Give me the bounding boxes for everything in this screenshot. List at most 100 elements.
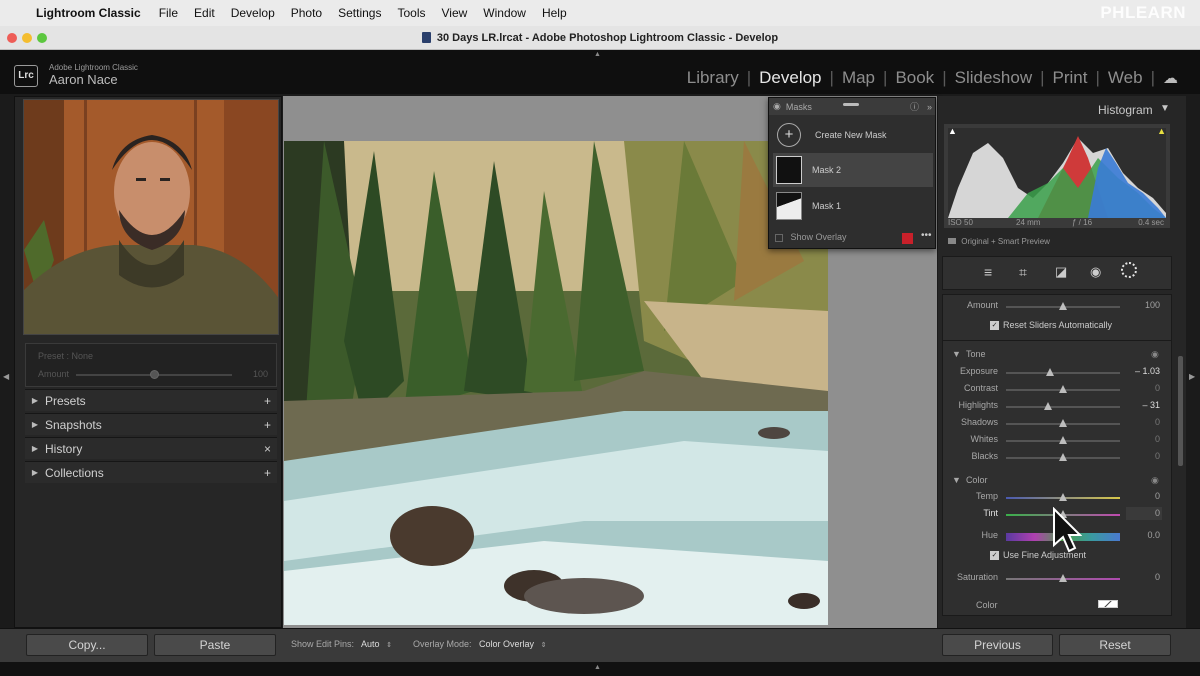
preset-amount-slider[interactable]: [76, 370, 232, 379]
color-visibility-eye-icon[interactable]: ◉: [1151, 475, 1159, 486]
filmstrip-toggle-icon[interactable]: ▲: [594, 664, 601, 671]
slider-thumb[interactable]: [1059, 302, 1067, 310]
module-web[interactable]: Web: [1100, 68, 1151, 88]
menu-file[interactable]: File: [159, 6, 178, 20]
slider-thumb[interactable]: [1059, 574, 1067, 582]
mask-amount-slider[interactable]: [1006, 302, 1120, 310]
previous-button[interactable]: Previous: [942, 634, 1053, 656]
mask-label: Mask 1: [812, 201, 842, 211]
show-overlay-checkbox[interactable]: [775, 233, 783, 242]
section-divider: [943, 340, 1171, 341]
panel-snapshots[interactable]: ▶ Snapshots +: [25, 413, 277, 435]
red-eye-icon[interactable]: ◉: [1090, 264, 1101, 280]
mask-item-2[interactable]: Mask 2: [773, 153, 933, 187]
zoom-window-button[interactable]: [37, 33, 47, 43]
slider-thumb[interactable]: [1059, 419, 1067, 427]
color-picker-swatch[interactable]: [1098, 600, 1118, 608]
menu-view[interactable]: View: [441, 6, 467, 20]
crop-icon[interactable]: ⌗: [1019, 264, 1027, 281]
masking-icon[interactable]: [1121, 262, 1137, 278]
fine-adjust-checkbox[interactable]: ✓: [990, 551, 999, 561]
saturation-slider[interactable]: [1006, 574, 1120, 582]
menu-develop[interactable]: Develop: [231, 6, 275, 20]
contrast-slider[interactable]: [1006, 385, 1120, 393]
menu-photo[interactable]: Photo: [291, 6, 322, 20]
slider-thumb[interactable]: [1046, 368, 1055, 376]
whites-slider[interactable]: [1006, 436, 1120, 444]
temp-slider[interactable]: [1006, 493, 1120, 501]
slider-thumb[interactable]: [1059, 453, 1067, 461]
edit-pins-control[interactable]: Show Edit Pins: Auto ⇕: [291, 639, 392, 649]
help-icon[interactable]: ⓘ: [910, 100, 919, 113]
copy-settings-button[interactable]: Copy...: [26, 634, 148, 656]
close-window-button[interactable]: [7, 33, 17, 43]
more-options-icon[interactable]: •••: [921, 230, 932, 241]
tone-section-header[interactable]: ▼ Tone: [952, 349, 985, 359]
module-develop[interactable]: Develop: [751, 68, 829, 88]
mask-item-1[interactable]: Mask 1: [773, 189, 933, 223]
panel-collections[interactable]: ▶ Collections +: [25, 461, 277, 483]
module-print[interactable]: Print: [1045, 68, 1096, 88]
preset-amount-thumb[interactable]: [150, 370, 159, 379]
exif-focal: 24 mm: [1016, 218, 1041, 227]
exposure-label: Exposure: [959, 366, 998, 376]
top-panel-toggle-icon[interactable]: ▲: [594, 51, 601, 58]
menu-help[interactable]: Help: [542, 6, 567, 20]
module-library[interactable]: Library: [679, 68, 747, 88]
left-panel-toggle-icon[interactable]: ◀: [3, 372, 9, 381]
slider-thumb[interactable]: [1059, 493, 1067, 501]
cloud-icon[interactable]: ☁: [1155, 69, 1186, 87]
panel-history[interactable]: ▶ History ×: [25, 437, 277, 459]
module-book[interactable]: Book: [887, 68, 942, 88]
mask-amount-value: 100: [1144, 300, 1160, 310]
plus-icon: +: [777, 123, 801, 147]
slider-thumb[interactable]: [1059, 436, 1067, 444]
clear-history-icon[interactable]: ×: [264, 442, 271, 456]
overlay-mode-value[interactable]: Color Overlay: [479, 639, 534, 649]
reset-button[interactable]: Reset: [1059, 634, 1171, 656]
blacks-slider-row: Blacks 0: [946, 451, 1166, 465]
add-snapshot-icon[interactable]: +: [264, 418, 271, 432]
blacks-value: 0: [1154, 451, 1160, 461]
exposure-slider[interactable]: [1006, 368, 1120, 376]
overlay-color-swatch[interactable]: [902, 233, 913, 244]
overlay-mode-control[interactable]: Overlay Mode: Color Overlay ⇕: [413, 639, 546, 649]
highlight-clipping-icon[interactable]: ▲: [1157, 126, 1166, 136]
masks-drag-handle[interactable]: [843, 103, 859, 106]
edit-pins-value[interactable]: Auto: [361, 639, 380, 649]
edit-sliders-icon[interactable]: ≡: [984, 264, 992, 280]
collapse-chevron-icon[interactable]: »: [927, 102, 932, 112]
paste-settings-button[interactable]: Paste: [154, 634, 276, 656]
module-picker: Library | Develop | Map | Book | Slideshow | …: [679, 68, 1186, 88]
slider-thumb[interactable]: [1059, 385, 1067, 393]
minimize-window-button[interactable]: [22, 33, 32, 43]
blacks-slider[interactable]: [1006, 453, 1120, 461]
module-slideshow[interactable]: Slideshow: [947, 68, 1041, 88]
eye-icon[interactable]: ◉: [773, 101, 781, 112]
module-map[interactable]: Map: [834, 68, 883, 88]
create-new-mask-button[interactable]: + Create New Mask: [773, 118, 933, 152]
heal-eraser-icon[interactable]: ◪: [1055, 264, 1067, 280]
menu-window[interactable]: Window: [483, 6, 526, 20]
menu-edit[interactable]: Edit: [194, 6, 215, 20]
shadows-slider[interactable]: [1006, 419, 1120, 427]
highlights-slider[interactable]: [1006, 402, 1120, 410]
shadow-clipping-icon[interactable]: ▲: [948, 126, 957, 136]
whites-slider-row: Whites 0: [946, 434, 1166, 448]
menu-tools[interactable]: Tools: [397, 6, 425, 20]
expand-triangle-icon: ▶: [31, 444, 39, 453]
tint-label: Tint: [983, 508, 998, 518]
right-scrollbar[interactable]: [1178, 356, 1183, 466]
slider-thumb[interactable]: [1044, 402, 1053, 410]
menu-app-name[interactable]: Lightroom Classic: [36, 6, 141, 20]
add-collection-icon[interactable]: +: [264, 466, 271, 480]
right-panel-toggle-icon[interactable]: ▶: [1189, 372, 1195, 381]
reset-sliders-checkbox[interactable]: ✓: [990, 321, 999, 331]
color-section-header[interactable]: ▼ Color: [952, 475, 987, 485]
add-preset-icon[interactable]: +: [264, 394, 271, 408]
panel-presets[interactable]: ▶ Presets +: [25, 389, 277, 411]
tone-visibility-eye-icon[interactable]: ◉: [1151, 349, 1159, 360]
collapse-triangle-icon[interactable]: ▼: [1160, 103, 1170, 114]
photo-preview[interactable]: [284, 141, 828, 625]
menu-settings[interactable]: Settings: [338, 6, 381, 20]
